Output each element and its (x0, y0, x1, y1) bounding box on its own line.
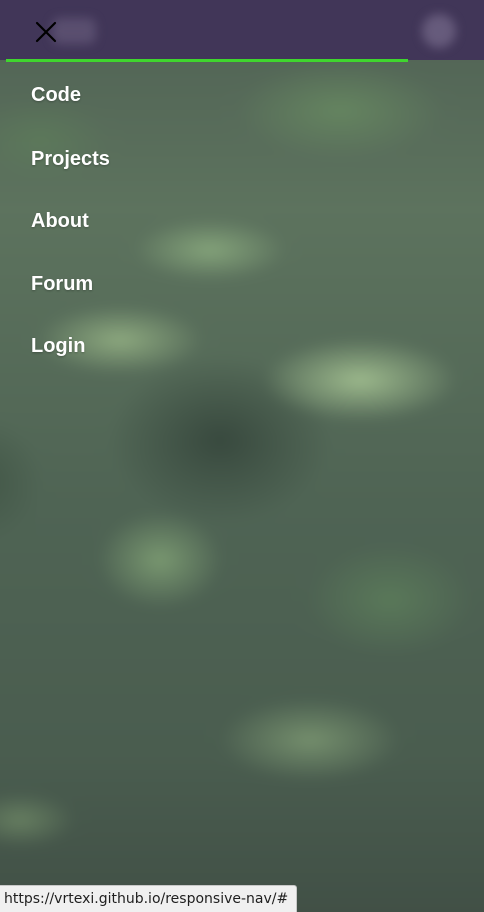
nav-item-about[interactable]: About (0, 191, 408, 254)
close-menu-button[interactable] (32, 18, 60, 46)
link-status-bar: https://vrtexi.github.io/responsive-nav/… (0, 885, 298, 912)
nav-item-forum[interactable]: Forum (0, 253, 408, 316)
page: Code Projects About Forum Login https://… (0, 0, 484, 912)
blurred-profile-icon (422, 14, 456, 48)
top-bar (0, 0, 484, 60)
status-url: https://vrtexi.github.io/responsive-nav/… (4, 891, 289, 907)
nav-menu: Code Projects About Forum Login (0, 62, 408, 378)
close-icon (35, 21, 57, 43)
nav-item-login[interactable]: Login (0, 316, 408, 379)
nav-item-code[interactable]: Code (0, 62, 408, 128)
nav-item-projects[interactable]: Projects (0, 128, 408, 191)
